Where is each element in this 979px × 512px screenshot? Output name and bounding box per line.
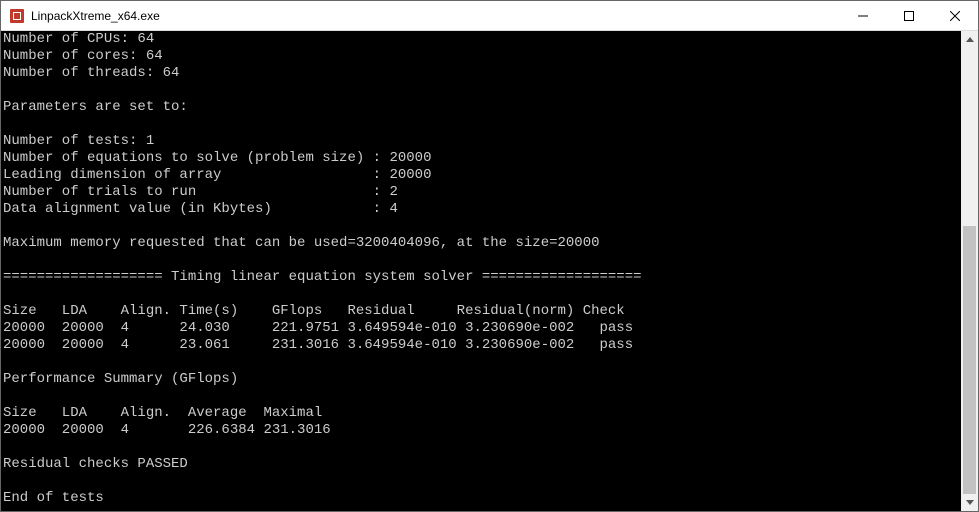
tests-line: Number of tests: 1 [3,133,154,149]
scrollbar-track[interactable] [961,48,978,494]
threads-line: Number of threads: 64 [3,65,179,81]
scroll-down-arrow-icon[interactable] [961,494,978,511]
close-button[interactable] [932,1,978,30]
residual-status: Residual checks PASSED [3,456,188,472]
memory-line: Maximum memory requested that can be use… [3,235,600,251]
perf-columns: Size LDA Align. Average Maximal [3,405,322,421]
titlebar: LinpackXtreme_x64.exe [1,1,978,31]
timing-header: =================== Timing linear equati… [3,269,642,285]
end-line: End of tests [3,490,104,506]
params-header: Parameters are set to: [3,99,188,115]
window-title: LinpackXtreme_x64.exe [31,9,840,23]
result-row: 20000 20000 4 23.061 231.3016 3.649594e-… [3,337,633,353]
lda-line: Leading dimension of array : 20000 [3,167,431,183]
console-area: Number of CPUs: 64 Number of cores: 64 N… [1,31,978,511]
perf-row: 20000 20000 4 226.6384 231.3016 [3,422,331,438]
scrollbar-thumb[interactable] [963,226,976,494]
align-line: Data alignment value (in Kbytes) : 4 [3,201,398,217]
vertical-scrollbar[interactable] [961,31,978,511]
results-header: Size LDA Align. Time(s) GFlops Residual … [3,303,625,319]
app-window: LinpackXtreme_x64.exe Number of CPUs: 64… [0,0,979,512]
result-row: 20000 20000 4 24.030 221.9751 3.649594e-… [3,320,633,336]
trials-line: Number of trials to run : 2 [3,184,398,200]
scroll-up-arrow-icon[interactable] [961,31,978,48]
console-output[interactable]: Number of CPUs: 64 Number of cores: 64 N… [1,31,961,511]
window-controls [840,1,978,30]
cores-line: Number of cores: 64 [3,48,163,64]
app-icon [9,8,25,24]
equations-line: Number of equations to solve (problem si… [3,150,431,166]
perf-header: Performance Summary (GFlops) [3,371,238,387]
maximize-button[interactable] [886,1,932,30]
cpus-line: Number of CPUs: 64 [3,31,154,47]
minimize-button[interactable] [840,1,886,30]
